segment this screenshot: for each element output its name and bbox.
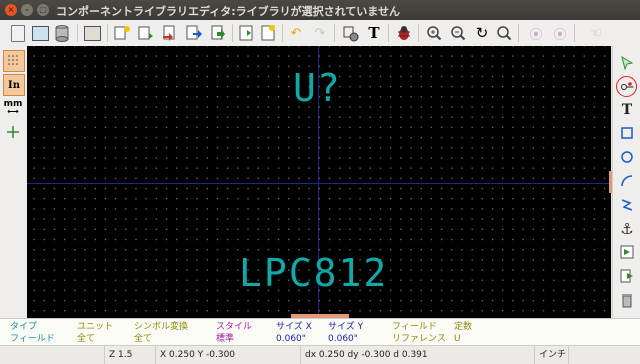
text-tool-icon[interactable]: T xyxy=(364,23,384,43)
component-value[interactable]: LPC812 xyxy=(239,251,388,295)
deMorgan-normal-icon[interactable]: ⦿ xyxy=(526,23,546,43)
add-arc-icon[interactable] xyxy=(617,171,637,191)
anchor-icon[interactable]: ⚓ xyxy=(617,219,637,239)
component-reference[interactable]: U? xyxy=(293,66,341,110)
refresh-icon[interactable]: ↻ xyxy=(472,23,492,43)
info-style: スタイル 標準 xyxy=(216,322,253,344)
title-bar: × – □ コンポーネントライブラリエディタ:ライブラリが選択されていません xyxy=(0,0,640,20)
left-toolbar: In mm ⟷ xyxy=(0,46,28,318)
right-toolbar: T ⚓ xyxy=(612,46,640,318)
info-field: フィールド リファレンス xyxy=(392,322,446,344)
drawing-canvas[interactable]: U? LPC812 xyxy=(27,46,611,318)
cursor-shape-icon[interactable] xyxy=(3,122,23,142)
import-component-icon[interactable] xyxy=(160,23,180,43)
add-polyline-icon[interactable] xyxy=(617,195,637,215)
library-browser-icon[interactable] xyxy=(82,23,102,43)
info-constant: 定数 U xyxy=(454,322,473,344)
window-title: コンポーネントライブラリエディタ:ライブラリが選択されていません xyxy=(56,5,400,18)
edit-document-icon[interactable] xyxy=(258,23,278,43)
add-rectangle-icon[interactable] xyxy=(617,123,637,143)
export-graphic-icon[interactable] xyxy=(617,266,637,286)
library-database-icon[interactable] xyxy=(52,23,72,43)
grid-toggle-icon[interactable] xyxy=(3,50,25,72)
units-inch-button[interactable]: In xyxy=(3,74,25,96)
window-close-button[interactable]: × xyxy=(5,4,17,16)
status-extra xyxy=(568,346,640,364)
load-component-icon[interactable] xyxy=(136,23,156,43)
save-library-icon[interactable] xyxy=(8,23,28,43)
info-size-y: サイズ Y 0.060" xyxy=(328,322,364,344)
info-size-x: サイズ X 0.060" xyxy=(276,322,312,344)
import-graphic-icon[interactable] xyxy=(617,242,637,262)
redo-icon[interactable]: ↷ xyxy=(310,23,330,43)
select-arrow-icon[interactable] xyxy=(617,53,637,73)
units-mm-button[interactable]: mm ⟷ xyxy=(3,98,23,118)
status-bar: Z 1.5 X 0.250 Y -0.300 dx 0.250 dy -0.30… xyxy=(0,345,640,364)
pin-table-icon[interactable]: ☜ xyxy=(586,23,606,43)
new-document-icon[interactable] xyxy=(236,23,256,43)
info-unit: ユニット 全て xyxy=(77,322,114,344)
status-relative-coords: dx 0.250 dy -0.300 d 0.391 xyxy=(300,346,535,364)
x-axis-line xyxy=(27,183,611,184)
info-convert: シンボル変換 全て xyxy=(134,322,189,344)
delete-trash-icon[interactable] xyxy=(617,290,637,310)
select-library-icon[interactable] xyxy=(30,23,50,43)
info-panel: タイプ フィールド ユニット 全て シンボル変換 全て スタイル 標準 サイズ X 0.0… xyxy=(0,318,640,346)
status-units: インチ xyxy=(534,346,569,364)
window-minimize-button[interactable]: – xyxy=(21,4,33,16)
add-pin-icon[interactable] xyxy=(616,76,637,97)
zoom-in-icon[interactable] xyxy=(424,23,444,43)
main-toolbar: ↶ ↷ T ↻ ⦿ ⦿ ☜ xyxy=(0,20,640,47)
save-component-icon[interactable] xyxy=(208,23,228,43)
add-text-icon[interactable]: T xyxy=(617,100,637,120)
deMorgan-convert-icon[interactable]: ⦿ xyxy=(550,23,570,43)
units-inch-label: In xyxy=(8,79,20,91)
status-zoom: Z 1.5 xyxy=(104,346,155,364)
status-message xyxy=(0,346,104,364)
add-circle-icon[interactable] xyxy=(617,147,637,167)
component-properties-icon[interactable] xyxy=(340,23,360,43)
export-component-icon[interactable] xyxy=(184,23,204,43)
undo-icon[interactable]: ↶ xyxy=(286,23,306,43)
window-maximize-button[interactable]: □ xyxy=(37,4,49,16)
zoom-out-icon[interactable] xyxy=(448,23,468,43)
status-absolute-coords: X 0.250 Y -0.300 xyxy=(155,346,300,364)
info-type: タイプ フィールド xyxy=(10,322,55,344)
zoom-fit-icon[interactable] xyxy=(494,23,514,43)
new-component-icon[interactable] xyxy=(112,23,132,43)
erc-check-icon[interactable] xyxy=(394,23,414,43)
